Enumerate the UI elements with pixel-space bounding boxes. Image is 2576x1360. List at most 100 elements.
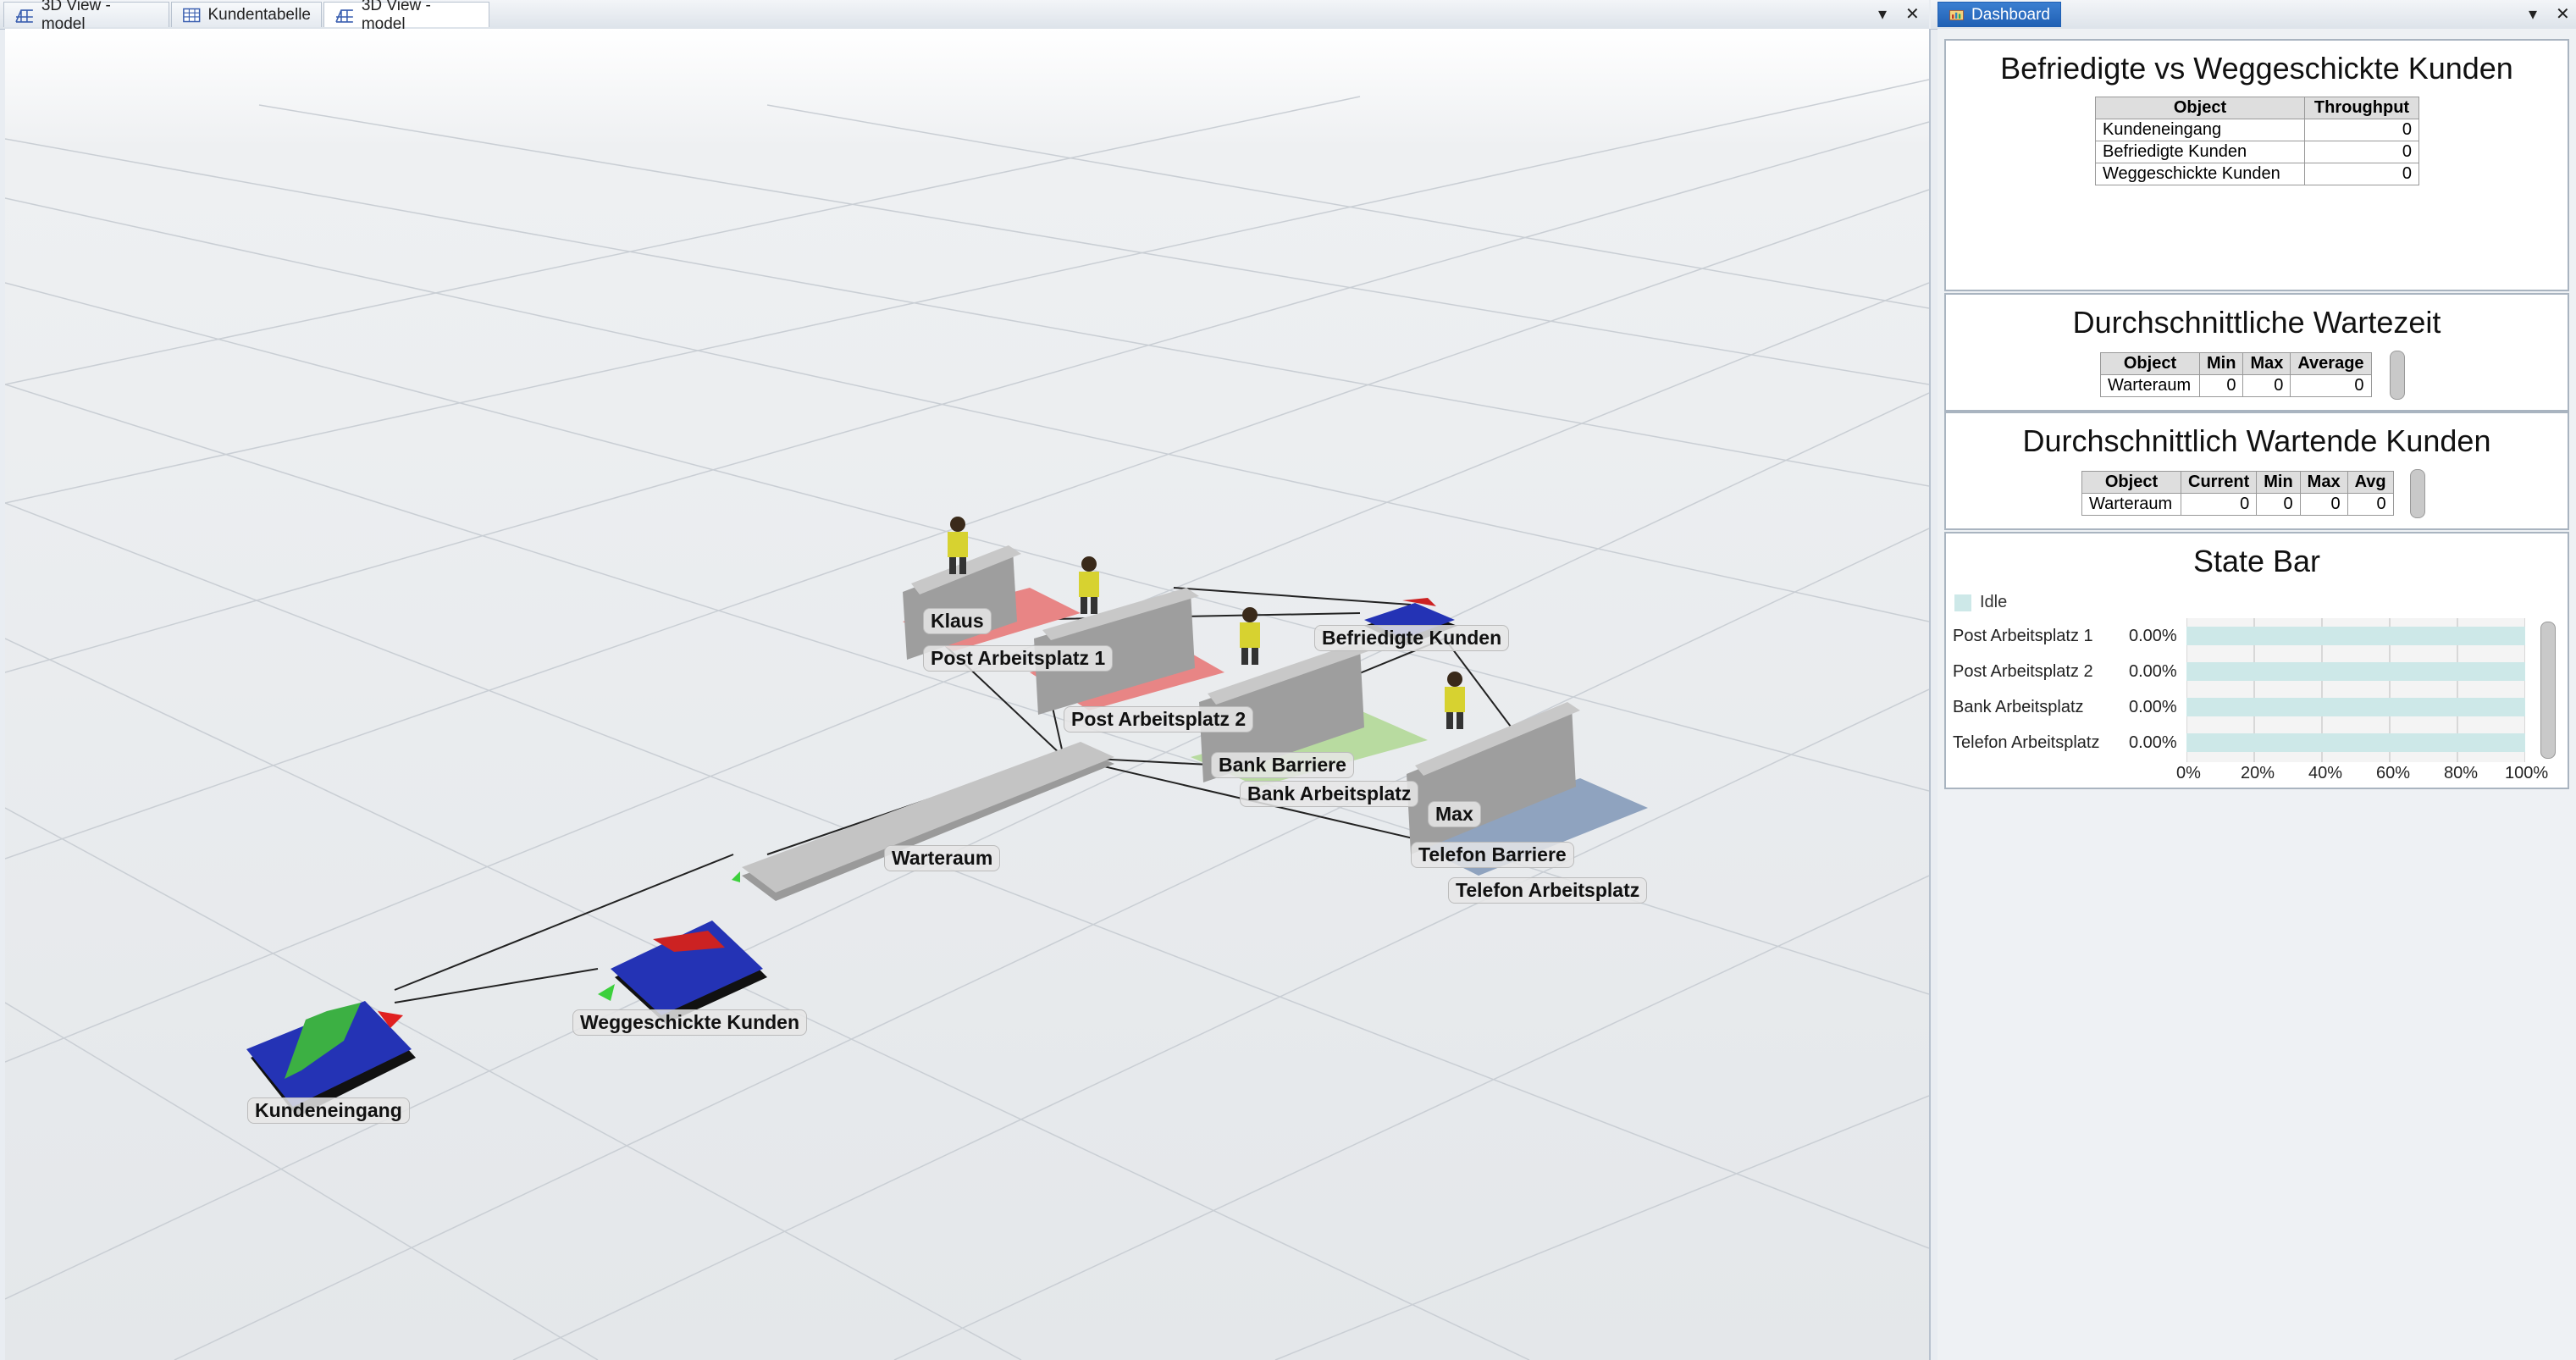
table-row: Befriedigte Kunden 0 <box>2095 141 2419 163</box>
label-post-arbeitsplatz-2[interactable]: Post Arbeitsplatz 2 <box>1064 706 1254 733</box>
grid-view-icon <box>15 8 33 23</box>
tab-kundentabelle[interactable]: Kundentabelle <box>171 2 322 27</box>
col-header: Average <box>2290 352 2372 375</box>
col-header: Avg <box>2347 471 2394 494</box>
col-header: Max <box>2299 471 2348 494</box>
throughput-panel: Befriedigte vs Weggeschickte Kunden Obje… <box>1944 39 2569 291</box>
cell-object: Warteraum <box>2100 374 2200 397</box>
state-row-pct: 0.00% <box>2129 698 2177 716</box>
state-bar-panel: State Bar Idle Post Arbeitsplatz 1 0.00%… <box>1944 532 2569 789</box>
warteraum-queue[interactable] <box>732 742 1114 901</box>
wartende-panel: Durchschnittlich Wartende Kunden Object C… <box>1944 412 2569 530</box>
state-row-label: Bank Arbeitsplatz <box>1953 698 2084 716</box>
3d-scene[interactable] <box>5 29 1929 1360</box>
idle-bar <box>2186 733 2525 752</box>
cell-value: 0 <box>2299 493 2348 516</box>
table-row: Warteraum 0 0 0 0 <box>2081 493 2394 516</box>
table-row: Kundeneingang 0 <box>2095 119 2419 141</box>
state-row-pct: 0.00% <box>2129 627 2177 645</box>
panel-title: Durchschnittliche Wartezeit <box>2072 305 2441 340</box>
table-row: Weggeschickte Kunden 0 <box>2095 163 2419 185</box>
label-bank-arbeitsplatz[interactable]: Bank Arbeitsplatz <box>1240 781 1419 807</box>
cell-value: 0 <box>2304 163 2419 185</box>
idle-bar <box>2186 627 2525 645</box>
dashboard-icon <box>1949 9 1964 20</box>
cell-value: 0 <box>2304 141 2419 163</box>
table-row: Warteraum 0 0 0 <box>2100 374 2372 397</box>
label-befriedigte-kunden[interactable]: Befriedigte Kunden <box>1314 625 1510 651</box>
state-row-label: Post Arbeitsplatz 1 <box>1953 627 2093 645</box>
label-telefon-barriere[interactable]: Telefon Barriere <box>1411 842 1574 868</box>
axis-tick-label: 40% <box>2308 764 2343 782</box>
tab-label: Kundentabelle <box>207 5 312 24</box>
axis-tick-label: 20% <box>2241 764 2275 782</box>
cell-value: 0 <box>2304 119 2419 141</box>
close-icon[interactable]: ✕ <box>1905 3 1920 25</box>
tab-dropdown-icon[interactable]: ▾ <box>2529 3 2537 25</box>
dashboard-panel: Befriedigte vs Weggeschickte Kunden Obje… <box>1938 29 2576 1360</box>
axis-tick-label: 80% <box>2444 764 2479 782</box>
col-header: Object <box>2081 471 2181 494</box>
label-klaus[interactable]: Klaus <box>923 608 992 634</box>
legend-label: Idle <box>1980 593 2008 611</box>
label-weggeschickte-kunden[interactable]: Weggeschickte Kunden <box>572 1009 808 1036</box>
col-header: Object <box>2095 97 2305 119</box>
left-tab-bar: 3D View - model Kundentabelle 3D View - … <box>0 0 1929 33</box>
state-bar-chart <box>2186 618 2525 762</box>
scrollbar[interactable] <box>2410 469 2425 518</box>
label-bank-barriere[interactable]: Bank Barriere <box>1211 752 1354 778</box>
label-warteraum[interactable]: Warteraum <box>884 845 1001 871</box>
cell-object: Kundeneingang <box>2095 119 2305 141</box>
tab-dashboard[interactable]: Dashboard <box>1938 2 2061 27</box>
wartezeit-panel: Durchschnittliche Wartezeit Object Min Max… <box>1944 293 2569 412</box>
state-row-pct: 0.00% <box>2129 662 2177 681</box>
cell-object: Weggeschickte Kunden <box>2095 163 2305 185</box>
state-row-pct: 0.00% <box>2129 733 2177 752</box>
tab-label: Dashboard <box>1971 5 2050 24</box>
panel-title: State Bar <box>2192 544 2321 578</box>
idle-bar <box>2186 698 2525 716</box>
tab-dropdown-icon[interactable]: ▾ <box>1878 3 1887 25</box>
label-telefon-arbeitsplatz[interactable]: Telefon Arbeitsplatz <box>1448 877 1648 904</box>
cell-value: 0 <box>2198 374 2244 397</box>
cell-value: 0 <box>2256 493 2301 516</box>
label-kundeneingang[interactable]: Kundeneingang <box>247 1097 410 1124</box>
panel-title: Befriedigte vs Weggeschickte Kunden <box>2000 51 2513 86</box>
worker-figure <box>1240 607 1260 665</box>
axis-tick-label: 60% <box>2376 764 2411 782</box>
tab-3d-view-2[interactable]: 3D View - model <box>323 0 489 33</box>
throughput-table: Object Throughput Kundeneingang 0 Befriedi… <box>2095 97 2419 185</box>
scrollbar[interactable] <box>2390 351 2405 400</box>
cell-value: 0 <box>2290 374 2372 397</box>
cell-object: Warteraum <box>2081 493 2181 516</box>
grid-view-icon <box>335 8 353 23</box>
right-tab-bar: Dashboard ▾ ✕ <box>1931 0 2576 30</box>
worker-figure <box>1079 556 1099 614</box>
col-header: Min <box>2198 352 2244 375</box>
axis-tick-label: 100% <box>2505 764 2549 782</box>
wartende-table: Object Current Min Max Avg Warteraum 0 0 0 0 <box>2081 471 2394 516</box>
state-row-label: Telefon Arbeitsplatz <box>1953 733 2100 752</box>
tab-3d-view-1[interactable]: 3D View - model <box>3 0 169 33</box>
3d-model-view[interactable]: Klaus Post Arbeitsplatz 1 Post Arbeitspl… <box>5 29 1931 1360</box>
worker-figure <box>1445 672 1465 729</box>
label-post-arbeitsplatz-1[interactable]: Post Arbeitsplatz 1 <box>923 645 1114 672</box>
label-max[interactable]: Max <box>1428 801 1481 827</box>
legend-swatch <box>1954 594 1971 611</box>
close-icon[interactable]: ✕ <box>2556 3 2570 25</box>
table-icon <box>183 8 201 22</box>
axis-tick-label: 0% <box>2176 764 2201 782</box>
panel-title: Durchschnittlich Wartende Kunden <box>2022 423 2491 458</box>
col-header: Object <box>2100 352 2200 375</box>
idle-bar <box>2186 662 2525 681</box>
col-header: Min <box>2256 471 2301 494</box>
col-header: Throughput <box>2304 97 2419 119</box>
cell-value: 0 <box>2347 493 2394 516</box>
cell-object: Befriedigte Kunden <box>2095 141 2305 163</box>
col-header: Max <box>2242 352 2291 375</box>
floor-grid <box>5 79 1929 1360</box>
cell-value: 0 <box>2242 374 2291 397</box>
scrollbar[interactable] <box>2540 622 2556 759</box>
wartezeit-table: Object Min Max Average Warteraum 0 0 0 <box>2100 352 2372 397</box>
cell-value: 0 <box>2180 493 2258 516</box>
